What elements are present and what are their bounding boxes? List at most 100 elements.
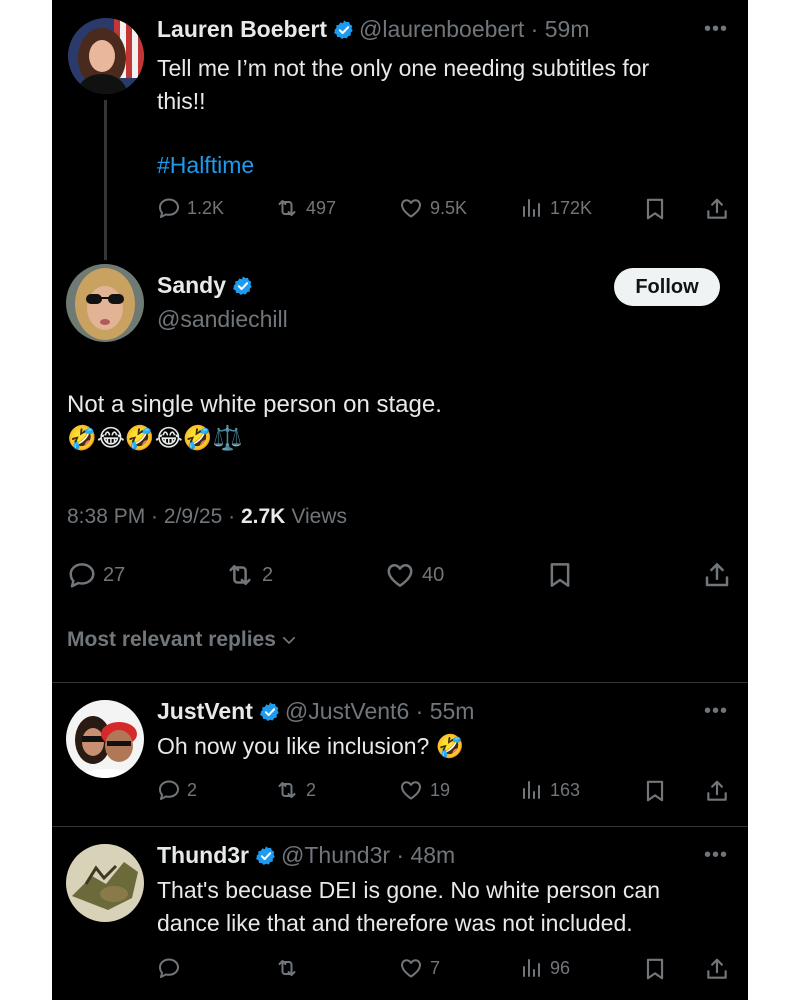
tweet1-text: Tell me I’m not the only one needing sub… [157,52,727,118]
main-share-action[interactable] [702,560,738,590]
like-icon [384,560,416,590]
repost-icon [274,196,300,220]
reply2-handle[interactable]: @Thund3r [281,842,390,869]
reply1-views-count: 163 [550,779,581,800]
main-reply-count: 27 [103,563,126,586]
reply1-views-action[interactable]: 163 [520,778,580,802]
reply2-author-name[interactable]: Thund3r [157,842,249,869]
thread-connector-line [104,100,107,260]
repost-icon [274,956,300,980]
tweet1-like-action[interactable]: 9.5K [398,196,467,220]
tweet1-hashtag[interactable]: #Halftime [157,152,254,179]
tweet1-share-action[interactable] [704,196,736,222]
tweet1-header: Lauren Boebert @laurenboebert · 59m [157,16,589,43]
reply1-header: JustVent @JustVent6 · 55m [157,698,474,725]
reply2-like-action[interactable]: 7 [398,956,440,980]
reply2-reply-action[interactable] [157,956,187,980]
reply1-repost-action[interactable]: 2 [274,778,316,802]
tweet1-handle[interactable]: @laurenboebert [359,16,524,43]
reply2-text-line1: That's becuase DEI is gone. No white per… [157,877,661,903]
repost-icon [224,560,256,590]
separator-dot: · [390,842,411,868]
main-text: Not a single white person on stage. [67,391,442,418]
bookmark-icon [642,196,668,222]
reply2-views-action[interactable]: 96 [520,956,570,980]
tweet1-views-action[interactable]: 172K [520,196,592,220]
like-icon [398,196,424,220]
thund3r-avatar[interactable] [66,844,144,922]
reply2-like-count: 7 [430,957,441,978]
more-icon[interactable]: ••• [704,18,728,41]
views-icon [520,196,544,220]
verified-badge-icon [333,19,355,41]
share-icon [704,778,730,804]
reply1-bookmark-action[interactable] [642,778,674,804]
share-icon [704,196,730,222]
like-icon [398,778,424,802]
main-like-action[interactable]: 40 [384,560,444,590]
replies-filter[interactable]: Most relevant replies [67,628,298,652]
reply-icon [67,560,97,590]
main-bookmark-action[interactable] [545,560,581,590]
reply2-bookmark-action[interactable] [642,956,674,982]
tweet1-reply-count: 1.2K [187,197,225,218]
main-meta: 8:38 PM · 2/9/25 · 2.7K Views [67,505,347,529]
views-icon [520,956,544,980]
reply2-time[interactable]: 48m [410,842,455,869]
reply1-author-name[interactable]: JustVent [157,698,253,725]
reply-icon [157,196,181,220]
reply1-handle[interactable]: @JustVent6 [285,698,409,725]
share-icon [702,560,732,590]
reply1-text: Oh now you like inclusion? 🤣 [157,733,465,759]
more-icon[interactable]: ••• [704,844,728,867]
follow-button[interactable]: Follow [614,268,720,306]
reply1-time[interactable]: 55m [430,698,475,725]
tweet1-time[interactable]: 59m [545,16,590,43]
main-time[interactable]: 8:38 PM [67,505,145,529]
tweet1-repost-count: 497 [306,197,337,218]
views-icon [520,778,544,802]
main-like-count: 40 [422,563,445,586]
tweet1-views-count: 172K [550,197,593,218]
justvent-avatar[interactable] [66,700,144,778]
main-repost-count: 2 [262,563,274,586]
reply1-share-action[interactable] [704,778,736,804]
more-icon[interactable]: ••• [704,700,728,723]
repost-icon [274,778,300,802]
tweet1-author-name[interactable]: Lauren Boebert [157,16,327,43]
reply2-share-action[interactable] [704,956,736,982]
tweet1-reply-action[interactable]: 1.2K [157,196,224,220]
tweet1-repost-action[interactable]: 497 [274,196,336,220]
tweet1-text-line2: this!! [157,88,206,114]
reply1-like-action[interactable]: 19 [398,778,450,802]
reply2-header: Thund3r @Thund3r · 48m [157,842,455,869]
main-reply-action[interactable]: 27 [67,560,125,590]
lauren-avatar[interactable] [68,18,144,94]
reply1-repost-count: 2 [306,779,317,800]
sandy-avatar[interactable] [66,264,144,342]
divider [52,826,748,827]
separator-dot: · [409,698,430,724]
main-date[interactable]: 2/9/25 [164,505,222,529]
main-author-name[interactable]: Sandy [157,272,226,299]
separator-dot: · [222,505,241,528]
reply2-text: That's becuase DEI is gone. No white per… [157,874,737,940]
bookmark-icon [642,956,668,982]
bookmark-icon [642,778,668,804]
reply2-repost-action[interactable] [274,956,306,980]
main-emojis: 🤣😂🤣😂🤣⚖️ [67,425,243,452]
separator-dot: · [524,16,545,42]
main-handle[interactable]: @sandiechill [157,306,288,333]
chevron-down-icon [282,636,295,644]
main-repost-action[interactable]: 2 [224,560,273,590]
verified-badge-icon [232,275,254,297]
replies-filter-label: Most relevant replies [67,628,276,651]
main-views-label: Views [291,505,347,528]
reply1-reply-action[interactable]: 2 [157,778,197,802]
reply1-reply-count: 2 [187,779,198,800]
tweet1-text-line1: Tell me I’m not the only one needing sub… [157,55,650,81]
share-icon [704,956,730,982]
verified-badge-icon [259,701,281,723]
separator-dot: · [145,505,164,528]
tweet1-bookmark-action[interactable] [642,196,674,222]
